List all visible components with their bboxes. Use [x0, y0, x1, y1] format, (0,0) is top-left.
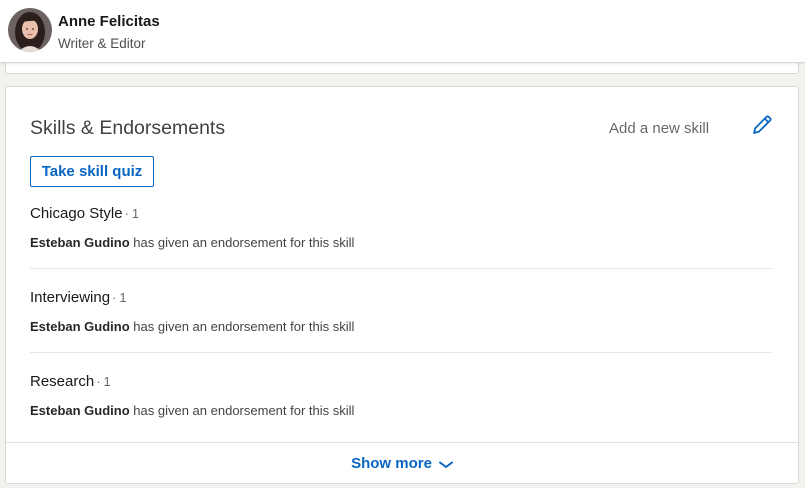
endorser-name[interactable]: Esteban Gudino: [30, 319, 130, 334]
endorser-name[interactable]: Esteban Gudino: [30, 403, 130, 418]
endorsement-summary: Esteban Gudino has given an endorsement …: [30, 403, 354, 418]
take-skill-quiz-button[interactable]: Take skill quiz: [30, 156, 154, 187]
separator-dot: ·: [124, 206, 129, 221]
separator-dot: ·: [112, 290, 117, 305]
endorsement-summary: Esteban Gudino has given an endorsement …: [30, 235, 354, 250]
profile-name: Anne Felicitas: [58, 13, 160, 30]
profile-headline: Writer & Editor: [58, 36, 146, 51]
edit-skills-button[interactable]: [749, 112, 775, 138]
skill-item: Interviewing · 1 Esteban Gudino has given …: [30, 289, 772, 353]
endorsement-count[interactable]: 1: [104, 374, 111, 389]
endorsement-summary: Esteban Gudino has given an endorsement …: [30, 319, 354, 334]
endorsement-text: has given an endorsement for this skill: [133, 235, 355, 250]
endorser-name[interactable]: Esteban Gudino: [30, 235, 130, 250]
skill-name[interactable]: Chicago Style: [30, 205, 123, 222]
chevron-down-icon: [438, 461, 453, 468]
skill-item: Chicago Style · 1 Esteban Gudino has given…: [30, 205, 772, 269]
separator-dot: ·: [96, 374, 101, 389]
skill-name[interactable]: Research: [30, 373, 94, 390]
endorsement-text: has given an endorsement for this skill: [133, 403, 355, 418]
avatar[interactable]: [8, 8, 52, 52]
avatar-photo: [8, 8, 52, 52]
profile-header: Anne Felicitas Writer & Editor: [0, 0, 805, 63]
add-new-skill-link[interactable]: Add a new skill: [609, 120, 709, 137]
pencil-icon: [753, 115, 772, 134]
skill-name[interactable]: Interviewing: [30, 289, 110, 306]
show-more-button[interactable]: Show more: [6, 442, 798, 483]
endorsement-count[interactable]: 1: [132, 206, 139, 221]
endorsement-count[interactable]: 1: [119, 290, 126, 305]
section-title: Skills & Endorsements: [30, 117, 226, 139]
show-more-label: Show more: [351, 455, 432, 472]
endorsement-text: has given an endorsement for this skill: [133, 319, 355, 334]
skills-endorsements-card: Skills & Endorsements Add a new skill Ta…: [5, 86, 799, 484]
